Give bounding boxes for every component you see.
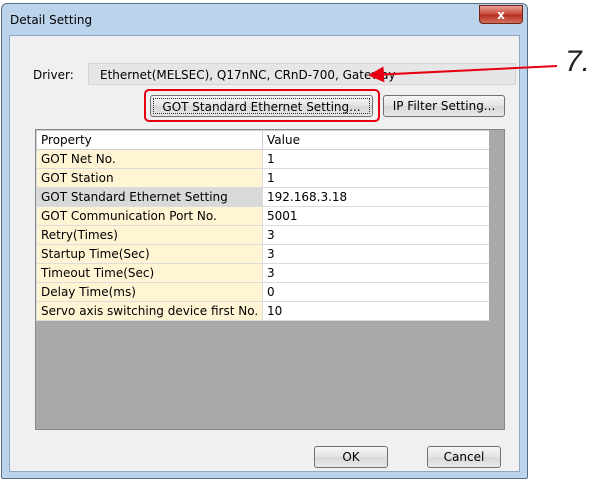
step-number-label: 7. [565,45,591,78]
annotation-arrow [368,65,558,83]
annotation-overlay [368,65,558,83]
